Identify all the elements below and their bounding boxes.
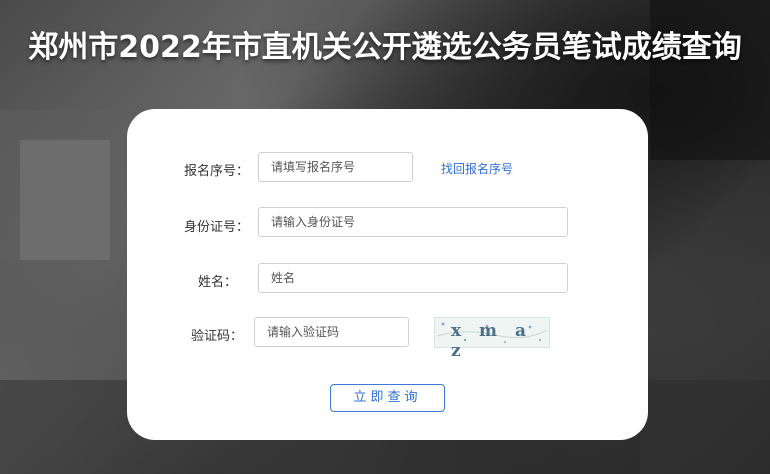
id-input[interactable]: 请输入身份证号: [258, 207, 568, 237]
page-title: 郑州市2022年市直机关公开遴选公务员笔试成绩查询: [28, 30, 742, 65]
captcha-text: x m a z: [451, 321, 532, 361]
name-label: 姓名：: [197, 275, 237, 290]
submit-query-button[interactable]: 立即查询: [330, 384, 445, 412]
reg-no-input[interactable]: 请填写报名序号: [258, 152, 413, 182]
captcha-label: 验证码：: [190, 329, 243, 344]
captcha-image[interactable]: x m a z: [434, 317, 550, 361]
reg-no-label: 报名序号：: [183, 164, 249, 179]
name-input[interactable]: 姓名: [258, 263, 568, 293]
query-form-card: 报名序号： 请填写报名序号 找回报名序号 身份证号： 请输入身份证号 姓名： 姓…: [127, 109, 648, 440]
find-reg-no-link[interactable]: 找回报名序号: [441, 160, 513, 177]
id-label: 身份证号：: [183, 220, 249, 235]
captcha-input[interactable]: 请输入验证码: [254, 317, 409, 347]
